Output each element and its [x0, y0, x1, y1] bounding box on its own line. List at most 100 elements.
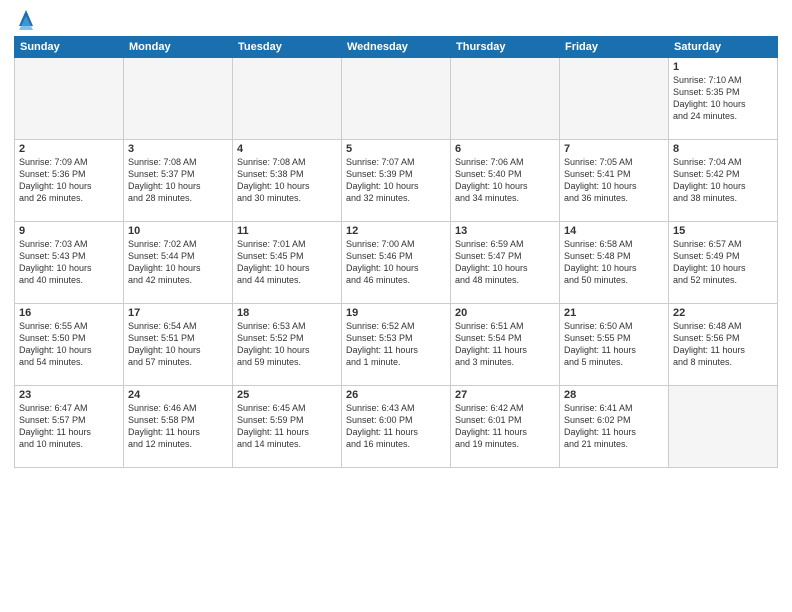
day-info: Sunrise: 7:00 AM Sunset: 5:46 PM Dayligh… [346, 238, 446, 287]
logo-icon [17, 8, 35, 30]
day-number: 18 [237, 307, 337, 319]
weekday-header-friday: Friday [560, 37, 669, 58]
calendar-cell: 10Sunrise: 7:02 AM Sunset: 5:44 PM Dayli… [124, 222, 233, 304]
day-number: 20 [455, 307, 555, 319]
day-info: Sunrise: 7:05 AM Sunset: 5:41 PM Dayligh… [564, 156, 664, 205]
calendar-cell: 12Sunrise: 7:00 AM Sunset: 5:46 PM Dayli… [342, 222, 451, 304]
logo [14, 10, 35, 30]
calendar-cell: 16Sunrise: 6:55 AM Sunset: 5:50 PM Dayli… [15, 304, 124, 386]
calendar-cell: 22Sunrise: 6:48 AM Sunset: 5:56 PM Dayli… [669, 304, 778, 386]
header [14, 10, 778, 30]
day-number: 7 [564, 143, 664, 155]
day-number: 2 [19, 143, 119, 155]
calendar-cell: 19Sunrise: 6:52 AM Sunset: 5:53 PM Dayli… [342, 304, 451, 386]
day-number: 28 [564, 389, 664, 401]
day-info: Sunrise: 6:50 AM Sunset: 5:55 PM Dayligh… [564, 320, 664, 369]
day-number: 26 [346, 389, 446, 401]
weekday-header-sunday: Sunday [15, 37, 124, 58]
calendar-cell [233, 58, 342, 140]
calendar-cell: 25Sunrise: 6:45 AM Sunset: 5:59 PM Dayli… [233, 386, 342, 468]
day-number: 21 [564, 307, 664, 319]
weekday-header-wednesday: Wednesday [342, 37, 451, 58]
day-number: 15 [673, 225, 773, 237]
calendar-cell: 20Sunrise: 6:51 AM Sunset: 5:54 PM Dayli… [451, 304, 560, 386]
calendar-cell: 23Sunrise: 6:47 AM Sunset: 5:57 PM Dayli… [15, 386, 124, 468]
weekday-header-row: SundayMondayTuesdayWednesdayThursdayFrid… [15, 37, 778, 58]
day-number: 19 [346, 307, 446, 319]
calendar-cell: 24Sunrise: 6:46 AM Sunset: 5:58 PM Dayli… [124, 386, 233, 468]
weekday-header-saturday: Saturday [669, 37, 778, 58]
calendar-cell [15, 58, 124, 140]
day-number: 3 [128, 143, 228, 155]
day-number: 16 [19, 307, 119, 319]
day-info: Sunrise: 6:58 AM Sunset: 5:48 PM Dayligh… [564, 238, 664, 287]
day-info: Sunrise: 6:57 AM Sunset: 5:49 PM Dayligh… [673, 238, 773, 287]
day-number: 25 [237, 389, 337, 401]
day-info: Sunrise: 6:51 AM Sunset: 5:54 PM Dayligh… [455, 320, 555, 369]
page: SundayMondayTuesdayWednesdayThursdayFrid… [0, 0, 792, 612]
week-row-3: 9Sunrise: 7:03 AM Sunset: 5:43 PM Daylig… [15, 222, 778, 304]
weekday-header-thursday: Thursday [451, 37, 560, 58]
calendar-cell: 13Sunrise: 6:59 AM Sunset: 5:47 PM Dayli… [451, 222, 560, 304]
calendar-cell: 5Sunrise: 7:07 AM Sunset: 5:39 PM Daylig… [342, 140, 451, 222]
day-number: 12 [346, 225, 446, 237]
day-number: 8 [673, 143, 773, 155]
day-info: Sunrise: 6:47 AM Sunset: 5:57 PM Dayligh… [19, 402, 119, 451]
calendar-cell [342, 58, 451, 140]
day-info: Sunrise: 7:10 AM Sunset: 5:35 PM Dayligh… [673, 74, 773, 123]
day-info: Sunrise: 7:02 AM Sunset: 5:44 PM Dayligh… [128, 238, 228, 287]
day-info: Sunrise: 7:06 AM Sunset: 5:40 PM Dayligh… [455, 156, 555, 205]
calendar-cell: 2Sunrise: 7:09 AM Sunset: 5:36 PM Daylig… [15, 140, 124, 222]
day-number: 4 [237, 143, 337, 155]
weekday-header-monday: Monday [124, 37, 233, 58]
day-number: 27 [455, 389, 555, 401]
day-info: Sunrise: 6:59 AM Sunset: 5:47 PM Dayligh… [455, 238, 555, 287]
calendar-cell: 1Sunrise: 7:10 AM Sunset: 5:35 PM Daylig… [669, 58, 778, 140]
calendar-cell: 21Sunrise: 6:50 AM Sunset: 5:55 PM Dayli… [560, 304, 669, 386]
day-number: 14 [564, 225, 664, 237]
calendar-cell: 8Sunrise: 7:04 AM Sunset: 5:42 PM Daylig… [669, 140, 778, 222]
day-info: Sunrise: 7:03 AM Sunset: 5:43 PM Dayligh… [19, 238, 119, 287]
day-info: Sunrise: 7:07 AM Sunset: 5:39 PM Dayligh… [346, 156, 446, 205]
calendar-cell: 4Sunrise: 7:08 AM Sunset: 5:38 PM Daylig… [233, 140, 342, 222]
calendar-cell: 15Sunrise: 6:57 AM Sunset: 5:49 PM Dayli… [669, 222, 778, 304]
day-info: Sunrise: 6:46 AM Sunset: 5:58 PM Dayligh… [128, 402, 228, 451]
week-row-5: 23Sunrise: 6:47 AM Sunset: 5:57 PM Dayli… [15, 386, 778, 468]
calendar-cell: 18Sunrise: 6:53 AM Sunset: 5:52 PM Dayli… [233, 304, 342, 386]
week-row-2: 2Sunrise: 7:09 AM Sunset: 5:36 PM Daylig… [15, 140, 778, 222]
calendar-cell [669, 386, 778, 468]
week-row-1: 1Sunrise: 7:10 AM Sunset: 5:35 PM Daylig… [15, 58, 778, 140]
day-info: Sunrise: 6:52 AM Sunset: 5:53 PM Dayligh… [346, 320, 446, 369]
calendar-cell: 11Sunrise: 7:01 AM Sunset: 5:45 PM Dayli… [233, 222, 342, 304]
week-row-4: 16Sunrise: 6:55 AM Sunset: 5:50 PM Dayli… [15, 304, 778, 386]
day-number: 9 [19, 225, 119, 237]
weekday-header-tuesday: Tuesday [233, 37, 342, 58]
day-number: 13 [455, 225, 555, 237]
day-info: Sunrise: 7:09 AM Sunset: 5:36 PM Dayligh… [19, 156, 119, 205]
calendar: SundayMondayTuesdayWednesdayThursdayFrid… [14, 36, 778, 468]
day-info: Sunrise: 7:08 AM Sunset: 5:38 PM Dayligh… [237, 156, 337, 205]
day-number: 6 [455, 143, 555, 155]
day-info: Sunrise: 6:53 AM Sunset: 5:52 PM Dayligh… [237, 320, 337, 369]
calendar-cell: 27Sunrise: 6:42 AM Sunset: 6:01 PM Dayli… [451, 386, 560, 468]
day-number: 24 [128, 389, 228, 401]
calendar-cell: 6Sunrise: 7:06 AM Sunset: 5:40 PM Daylig… [451, 140, 560, 222]
day-info: Sunrise: 7:04 AM Sunset: 5:42 PM Dayligh… [673, 156, 773, 205]
day-info: Sunrise: 7:08 AM Sunset: 5:37 PM Dayligh… [128, 156, 228, 205]
calendar-cell [124, 58, 233, 140]
day-info: Sunrise: 6:41 AM Sunset: 6:02 PM Dayligh… [564, 402, 664, 451]
day-info: Sunrise: 6:43 AM Sunset: 6:00 PM Dayligh… [346, 402, 446, 451]
day-info: Sunrise: 6:55 AM Sunset: 5:50 PM Dayligh… [19, 320, 119, 369]
calendar-cell: 14Sunrise: 6:58 AM Sunset: 5:48 PM Dayli… [560, 222, 669, 304]
day-number: 22 [673, 307, 773, 319]
day-number: 10 [128, 225, 228, 237]
calendar-cell [560, 58, 669, 140]
calendar-cell: 17Sunrise: 6:54 AM Sunset: 5:51 PM Dayli… [124, 304, 233, 386]
day-number: 23 [19, 389, 119, 401]
calendar-cell: 7Sunrise: 7:05 AM Sunset: 5:41 PM Daylig… [560, 140, 669, 222]
day-number: 1 [673, 61, 773, 73]
day-number: 5 [346, 143, 446, 155]
calendar-cell: 9Sunrise: 7:03 AM Sunset: 5:43 PM Daylig… [15, 222, 124, 304]
calendar-cell: 26Sunrise: 6:43 AM Sunset: 6:00 PM Dayli… [342, 386, 451, 468]
day-info: Sunrise: 6:42 AM Sunset: 6:01 PM Dayligh… [455, 402, 555, 451]
